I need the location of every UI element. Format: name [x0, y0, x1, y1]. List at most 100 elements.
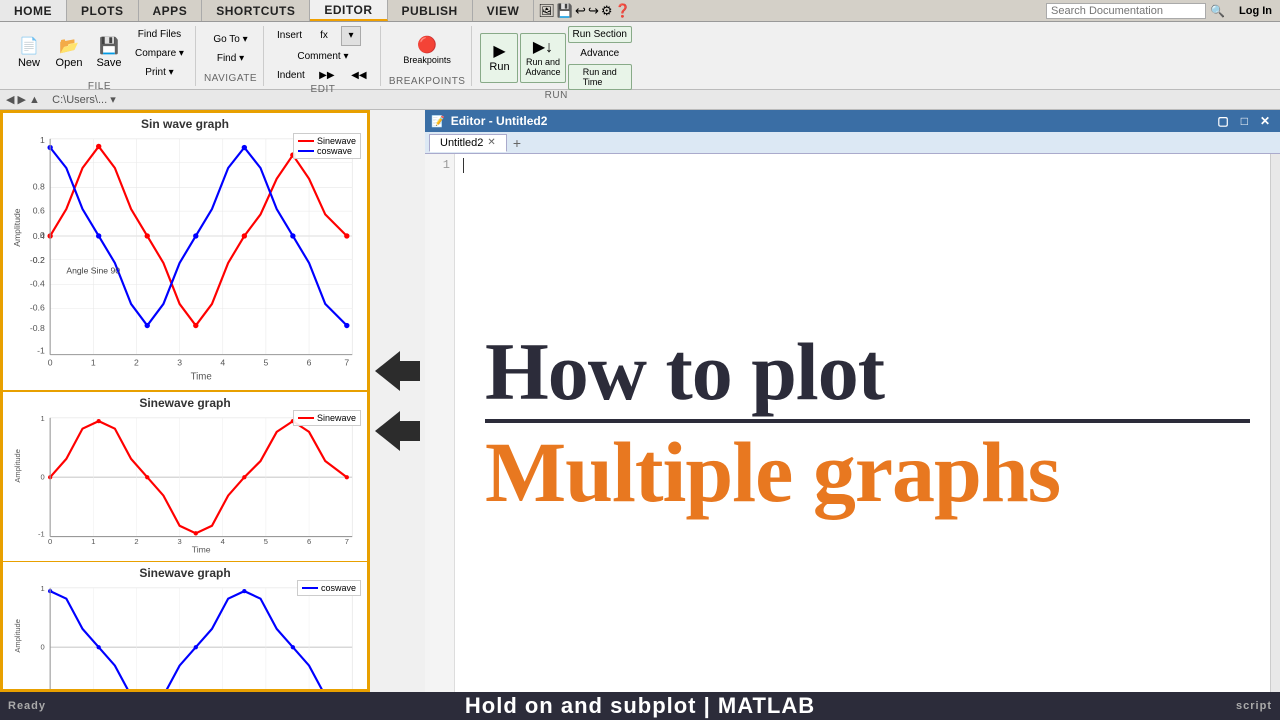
insert-button[interactable]: Insert — [272, 26, 307, 46]
menu-apps[interactable]: APPS — [139, 0, 203, 21]
status-text: Hold on and subplot | MATLAB — [465, 693, 815, 719]
status-bar: Ready Hold on and subplot | MATLAB scrip… — [0, 692, 1280, 720]
find-files-button[interactable]: Find Files — [130, 26, 189, 43]
svg-text:3: 3 — [177, 357, 182, 367]
search-icon[interactable]: 🔍 — [1210, 4, 1225, 18]
script-status: script — [1236, 700, 1272, 712]
menu-plots[interactable]: PLOTS — [67, 0, 139, 21]
arrow-down-icon — [375, 411, 420, 451]
svg-text:0: 0 — [41, 472, 45, 481]
toolbar-edit-top: Insert fx ▾ Comment ▾ Indent ▶▶ ◀◀ — [272, 26, 374, 84]
editor-minimize-button[interactable]: ▢ — [1213, 114, 1232, 128]
navigate-label: NAVIGATE — [204, 73, 257, 86]
run-section-button[interactable]: Run Section — [568, 26, 632, 43]
divider-line — [485, 419, 1250, 423]
top-graph-title: Sin wave graph — [7, 117, 363, 131]
bot-cos-label: coswave — [321, 583, 356, 593]
svg-text:7: 7 — [344, 357, 349, 367]
edit-dropdown[interactable]: ▾ — [341, 26, 361, 46]
bot-graph-panel: Sinewave graph coswave — [3, 562, 367, 692]
svg-text:-0.6: -0.6 — [30, 302, 45, 312]
cos-color — [298, 150, 314, 152]
editor-close-button[interactable]: ✕ — [1256, 114, 1274, 128]
svg-text:2: 2 — [134, 357, 139, 367]
legend-sine: Sinewave — [298, 136, 356, 146]
open-button[interactable]: 📂 Open — [50, 28, 88, 78]
editor-area: 📝 Editor - Untitled2 ▢ □ ✕ Untitled2 ✕ +… — [425, 110, 1280, 692]
editor-maximize-button[interactable]: □ — [1237, 114, 1252, 128]
mid-sine-label: Sinewave — [317, 413, 356, 423]
editor-controls: ▢ □ ✕ — [1213, 114, 1274, 128]
svg-text:1: 1 — [40, 135, 45, 145]
address-text: ◀ ▶ ▲ C:\Users\... ▾ — [6, 93, 116, 106]
menu-publish[interactable]: PUBLISH — [388, 0, 473, 21]
bottom-graphs: Sinewave graph Sinewave — [3, 392, 367, 692]
svg-text:4: 4 — [221, 537, 225, 546]
svg-text:Time: Time — [191, 371, 212, 382]
svg-text:0: 0 — [41, 643, 45, 652]
new-tab-button[interactable]: + — [509, 135, 525, 151]
toolbar-breakpoints-section: 🔴 Breakpoints BREAKPOINTS — [383, 26, 473, 86]
arrows-area — [370, 110, 425, 692]
svg-text:1: 1 — [91, 537, 95, 546]
comment-button[interactable]: Comment ▾ — [272, 48, 374, 65]
svg-text:-0.8: -0.8 — [30, 323, 45, 333]
nav-btns: Go To ▾ Find ▾ — [208, 31, 252, 67]
arrow-up-icon — [375, 351, 420, 391]
find-button[interactable]: Find ▾ — [208, 50, 252, 67]
tab-close-button[interactable]: ✕ — [487, 137, 495, 148]
menu-editor[interactable]: EDITOR — [310, 0, 387, 21]
breakpoints-button[interactable]: 🔴 Breakpoints — [398, 26, 456, 76]
editor-tab-untitled2[interactable]: Untitled2 ✕ — [429, 134, 507, 152]
svg-text:-1: -1 — [38, 530, 45, 539]
edit-row1: Insert fx ▾ — [272, 26, 374, 46]
top-graph-svg: 1 0.8 0.6 0.4 0.2 0 -0.2 -0.4 -0.6 -0.8 … — [7, 133, 363, 382]
file-extra-btns: Find Files Compare ▾ Print ▾ — [130, 26, 189, 81]
svg-text:Amplitude: Amplitude — [13, 449, 22, 483]
top-graph-legend: Sinewave coswave — [293, 133, 361, 159]
new-icon: 📄 — [19, 37, 39, 56]
edit-btns: Insert fx ▾ Comment ▾ Indent ▶▶ ◀◀ — [272, 26, 374, 84]
run-icon: ▶ — [493, 42, 505, 61]
breakpoint-icon: 🔴 — [417, 36, 437, 55]
fx-button[interactable]: fx — [309, 26, 339, 46]
editor-title: Editor - Untitled2 — [451, 114, 548, 128]
indent-button[interactable]: Indent — [272, 67, 310, 84]
svg-text:-0.4: -0.4 — [30, 279, 45, 289]
svg-text:7: 7 — [345, 537, 349, 546]
menu-home[interactable]: HOME — [0, 0, 67, 21]
search-input[interactable] — [1046, 3, 1206, 19]
svg-text:Time: Time — [192, 545, 211, 553]
file-label: FILE — [88, 81, 111, 94]
mid-graph-title: Sinewave graph — [7, 396, 363, 410]
compare-button[interactable]: Compare ▾ — [130, 45, 189, 62]
goto-button[interactable]: Go To ▾ — [208, 31, 252, 48]
run-advance-button[interactable]: ▶↓ Run andAdvance — [520, 33, 565, 83]
edit-label: EDIT — [311, 84, 336, 97]
print-button[interactable]: Print ▾ — [130, 64, 189, 81]
new-button[interactable]: 📄 New — [10, 28, 48, 78]
multiple-graphs-text: Multiple graphs — [485, 429, 1060, 515]
bot-graph-legend: coswave — [297, 580, 361, 596]
toolbar-bp-top: 🔴 Breakpoints — [398, 26, 456, 76]
login-button[interactable]: Log In — [1231, 0, 1280, 21]
toolbar-run-section: ▶ Run ▶↓ Run andAdvance Run Section Adva… — [474, 26, 638, 86]
svg-text:5: 5 — [264, 537, 268, 546]
save-icon: 💾 — [99, 37, 119, 56]
menu-view[interactable]: VIEW — [473, 0, 535, 21]
decrease-indent-button[interactable]: ◀◀ — [344, 67, 374, 84]
advance-button[interactable]: Advance — [568, 45, 632, 62]
top-graph-panel: Sin wave graph Sinewave coswave — [3, 113, 367, 392]
menu-shortcuts[interactable]: SHORTCUTS — [202, 0, 310, 21]
tab-label: Untitled2 — [440, 137, 483, 149]
increase-indent-button[interactable]: ▶▶ — [312, 67, 342, 84]
mid-sine-color — [298, 417, 314, 419]
run-time-button[interactable]: Run andTime — [568, 64, 632, 90]
toolbar-nav-top: Go To ▾ Find ▾ — [208, 26, 252, 73]
run-button[interactable]: ▶ Run — [480, 33, 518, 83]
svg-text:2: 2 — [134, 537, 138, 546]
run-label: RUN — [545, 90, 568, 103]
save-button[interactable]: 💾 Save — [90, 28, 128, 78]
sine-label: Sinewave — [317, 136, 356, 146]
left-panel: Sin wave graph Sinewave coswave — [0, 110, 370, 692]
